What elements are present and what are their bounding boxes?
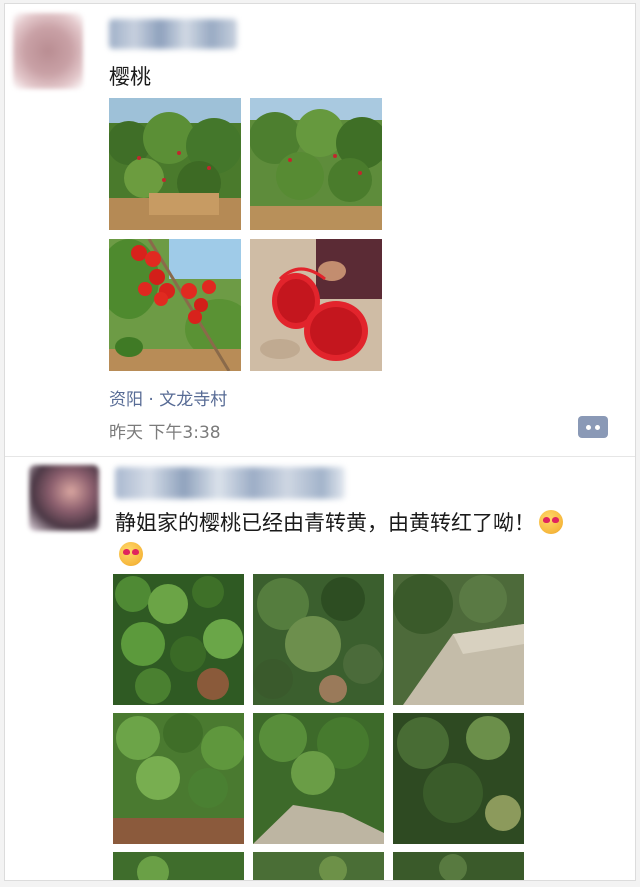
username-blurred[interactable] (115, 467, 345, 499)
post-image[interactable] (393, 852, 524, 880)
username-blurred[interactable] (109, 19, 237, 49)
post-image[interactable] (393, 713, 524, 844)
post-text: 樱桃 (109, 65, 151, 89)
dot (586, 425, 591, 430)
post-text-content: 静姐家的樱桃已经由青转黄，由黄转红了呦！ (115, 511, 535, 535)
post-image[interactable] (250, 239, 382, 371)
post-image[interactable] (113, 574, 244, 705)
moments-feed: 樱桃 资阳 · 文龙寺村 昨天 下午3:38 静姐家的樱桃已经由青转黄，由黄转红… (4, 3, 636, 881)
post-image[interactable] (109, 98, 241, 230)
post-image[interactable] (250, 98, 382, 230)
post-image[interactable] (253, 713, 384, 844)
avatar[interactable] (29, 465, 99, 531)
post-image[interactable] (393, 574, 524, 705)
post-image[interactable] (113, 852, 244, 880)
post-text: 静姐家的樱桃已经由青转黄，由黄转红了呦！ (115, 507, 585, 571)
avatar[interactable] (13, 13, 83, 89)
post-image[interactable] (109, 239, 241, 371)
heart-eyes-emoji-icon (119, 542, 143, 566)
heart-eyes-emoji-icon (539, 510, 563, 534)
post-image[interactable] (253, 574, 384, 705)
post-image[interactable] (253, 852, 384, 880)
post-image[interactable] (113, 713, 244, 844)
dot (595, 425, 600, 430)
post-time: 昨天 下午3:38 (109, 423, 221, 443)
divider (5, 456, 635, 457)
comment-dots-icon[interactable] (578, 416, 608, 438)
location-link[interactable]: 资阳 · 文龙寺村 (109, 385, 227, 410)
